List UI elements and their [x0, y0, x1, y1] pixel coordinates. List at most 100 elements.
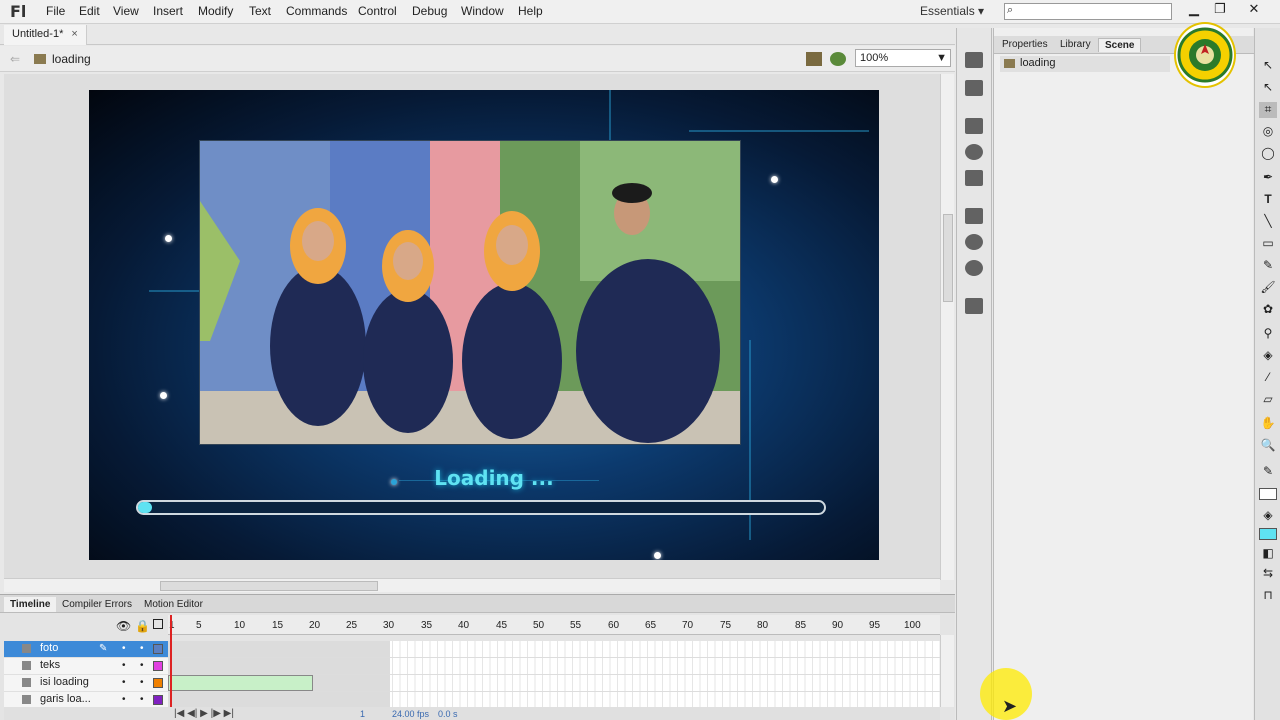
frame-span[interactable]	[168, 692, 390, 708]
visibility-dot[interactable]: •	[122, 677, 126, 688]
lock-dot[interactable]: •	[140, 694, 144, 705]
tab-properties[interactable]: Properties	[996, 38, 1054, 51]
transform-icon[interactable]	[965, 170, 983, 186]
code-snippets-icon[interactable]	[965, 208, 983, 224]
layer-color-swatch[interactable]	[153, 644, 163, 654]
visibility-dot[interactable]: •	[122, 694, 126, 705]
eyedropper-tool-icon[interactable]: ⁄	[1259, 370, 1277, 386]
frame-span[interactable]	[168, 641, 390, 657]
history-icon[interactable]	[965, 298, 983, 314]
info-icon[interactable]	[965, 144, 983, 160]
lock-dot[interactable]: •	[140, 643, 144, 654]
components-icon[interactable]	[965, 234, 983, 250]
frame-ruler[interactable]: 1 5 10 15 20 25 30 35 40 45 50 55 60 65 …	[168, 615, 940, 635]
free-transform-tool-icon[interactable]: ⌗	[1259, 102, 1277, 118]
movie-explorer-icon[interactable]	[965, 52, 983, 68]
playback-controls[interactable]: |◀ ◀| ▶ |▶ ▶|	[174, 708, 234, 719]
snap-to-objects-icon[interactable]: ⊓	[1259, 588, 1277, 604]
frame-grid[interactable]	[168, 641, 940, 709]
fill-color-icon[interactable]: ◈	[1259, 508, 1277, 524]
outline-icon[interactable]	[153, 619, 163, 629]
deco-tool-icon[interactable]: ✿	[1259, 302, 1277, 318]
zoom-select[interactable]: 100% ▼	[855, 49, 951, 67]
edit-scene-icon[interactable]	[806, 52, 822, 66]
subselection-tool-icon[interactable]: ↖	[1259, 80, 1277, 96]
stage-horizontal-scrollbar[interactable]	[4, 578, 940, 592]
lasso-tool-icon[interactable]: ◯	[1259, 146, 1277, 162]
scene-list-item[interactable]: loading	[1000, 56, 1170, 72]
scroll-thumb[interactable]	[160, 581, 378, 591]
menu-edit[interactable]: Edit	[79, 4, 100, 18]
zoom-tool-icon[interactable]: 🔍	[1259, 438, 1277, 454]
document-tab[interactable]: Untitled-1* ×	[4, 25, 87, 45]
workspace-switcher[interactable]: Essentials ▾	[920, 4, 984, 18]
fps-value[interactable]: 24.00 fps	[392, 709, 429, 719]
tab-timeline[interactable]: Timeline	[4, 597, 57, 612]
menu-help[interactable]: Help	[518, 4, 543, 18]
layer-row[interactable]: teks • •	[4, 658, 168, 675]
close-tab-icon[interactable]: ×	[71, 28, 77, 40]
frame-span[interactable]	[168, 658, 390, 674]
edit-symbols-icon[interactable]	[830, 52, 846, 66]
menu-commands[interactable]: Commands	[286, 4, 347, 18]
layer-row[interactable]: isi loading • •	[4, 675, 168, 692]
frame-row[interactable]	[168, 658, 940, 675]
hand-tool-icon[interactable]: ✋	[1259, 416, 1277, 432]
pen-tool-icon[interactable]: ✒	[1259, 170, 1277, 186]
menu-modify[interactable]: Modify	[198, 4, 233, 18]
close-icon[interactable]: ✕	[1242, 0, 1266, 20]
fill-color-swatch[interactable]	[1259, 528, 1277, 540]
grid-icon[interactable]	[965, 80, 983, 96]
tab-scene[interactable]: Scene	[1098, 38, 1142, 52]
text-tool-icon[interactable]: T	[1259, 192, 1277, 208]
menu-file[interactable]: File	[46, 4, 65, 18]
frame-row[interactable]	[168, 675, 940, 692]
lock-icon[interactable]: 🔒	[135, 619, 150, 633]
align-icon[interactable]	[965, 118, 983, 134]
line-tool-icon[interactable]: ╲	[1259, 214, 1277, 230]
rectangle-tool-icon[interactable]: ▭	[1259, 236, 1277, 252]
3d-rotation-tool-icon[interactable]: ◎	[1259, 124, 1277, 140]
menu-text[interactable]: Text	[249, 4, 271, 18]
timeline-scrollbar[interactable]	[940, 635, 954, 707]
menu-view[interactable]: View	[113, 4, 139, 18]
group-photo[interactable]	[199, 140, 741, 445]
stroke-color-icon[interactable]: ✎	[1259, 464, 1277, 480]
tab-motion-editor[interactable]: Motion Editor	[138, 597, 209, 612]
brush-tool-icon[interactable]: 🖌	[1259, 280, 1277, 296]
visibility-dot[interactable]: •	[122, 643, 126, 654]
visibility-dot[interactable]: •	[122, 660, 126, 671]
pencil-tool-icon[interactable]: ✎	[1259, 258, 1277, 274]
menu-insert[interactable]: Insert	[153, 4, 183, 18]
tab-compiler-errors[interactable]: Compiler Errors	[56, 597, 138, 612]
menu-window[interactable]: Window	[461, 4, 504, 18]
restore-icon[interactable]: ❐	[1208, 0, 1232, 20]
frame-span[interactable]	[313, 675, 390, 691]
layer-row[interactable]: foto ✎ • •	[4, 641, 168, 658]
motion-presets-icon[interactable]	[965, 260, 983, 276]
back-arrow-icon[interactable]: ⇐	[10, 52, 20, 66]
eraser-tool-icon[interactable]: ▱	[1259, 392, 1277, 408]
minimize-icon[interactable]: ▁	[1182, 0, 1206, 20]
eye-icon[interactable]: 👁	[116, 619, 131, 633]
bone-tool-icon[interactable]: ⚲	[1259, 326, 1277, 342]
layer-color-swatch[interactable]	[153, 661, 163, 671]
lock-dot[interactable]: •	[140, 677, 144, 688]
frame-row[interactable]	[168, 641, 940, 658]
stroke-color-swatch[interactable]	[1259, 488, 1277, 500]
search-input[interactable]: ⌕	[1004, 3, 1172, 20]
menu-control[interactable]: Control	[358, 4, 397, 18]
motion-tween[interactable]	[168, 675, 313, 691]
menu-debug[interactable]: Debug	[412, 4, 447, 18]
scroll-thumb[interactable]	[943, 214, 953, 302]
layer-color-swatch[interactable]	[153, 695, 163, 705]
playhead[interactable]	[170, 615, 172, 715]
selection-tool-icon[interactable]: ↖	[1259, 58, 1277, 74]
stage-vertical-scrollbar[interactable]	[940, 74, 954, 580]
layer-color-swatch[interactable]	[153, 678, 163, 688]
paint-bucket-tool-icon[interactable]: ◈	[1259, 348, 1277, 364]
swap-colors-icon[interactable]: ⇆	[1259, 566, 1277, 582]
tab-library[interactable]: Library	[1054, 38, 1097, 51]
lock-dot[interactable]: •	[140, 660, 144, 671]
stage[interactable]: Loading ...	[89, 90, 879, 560]
